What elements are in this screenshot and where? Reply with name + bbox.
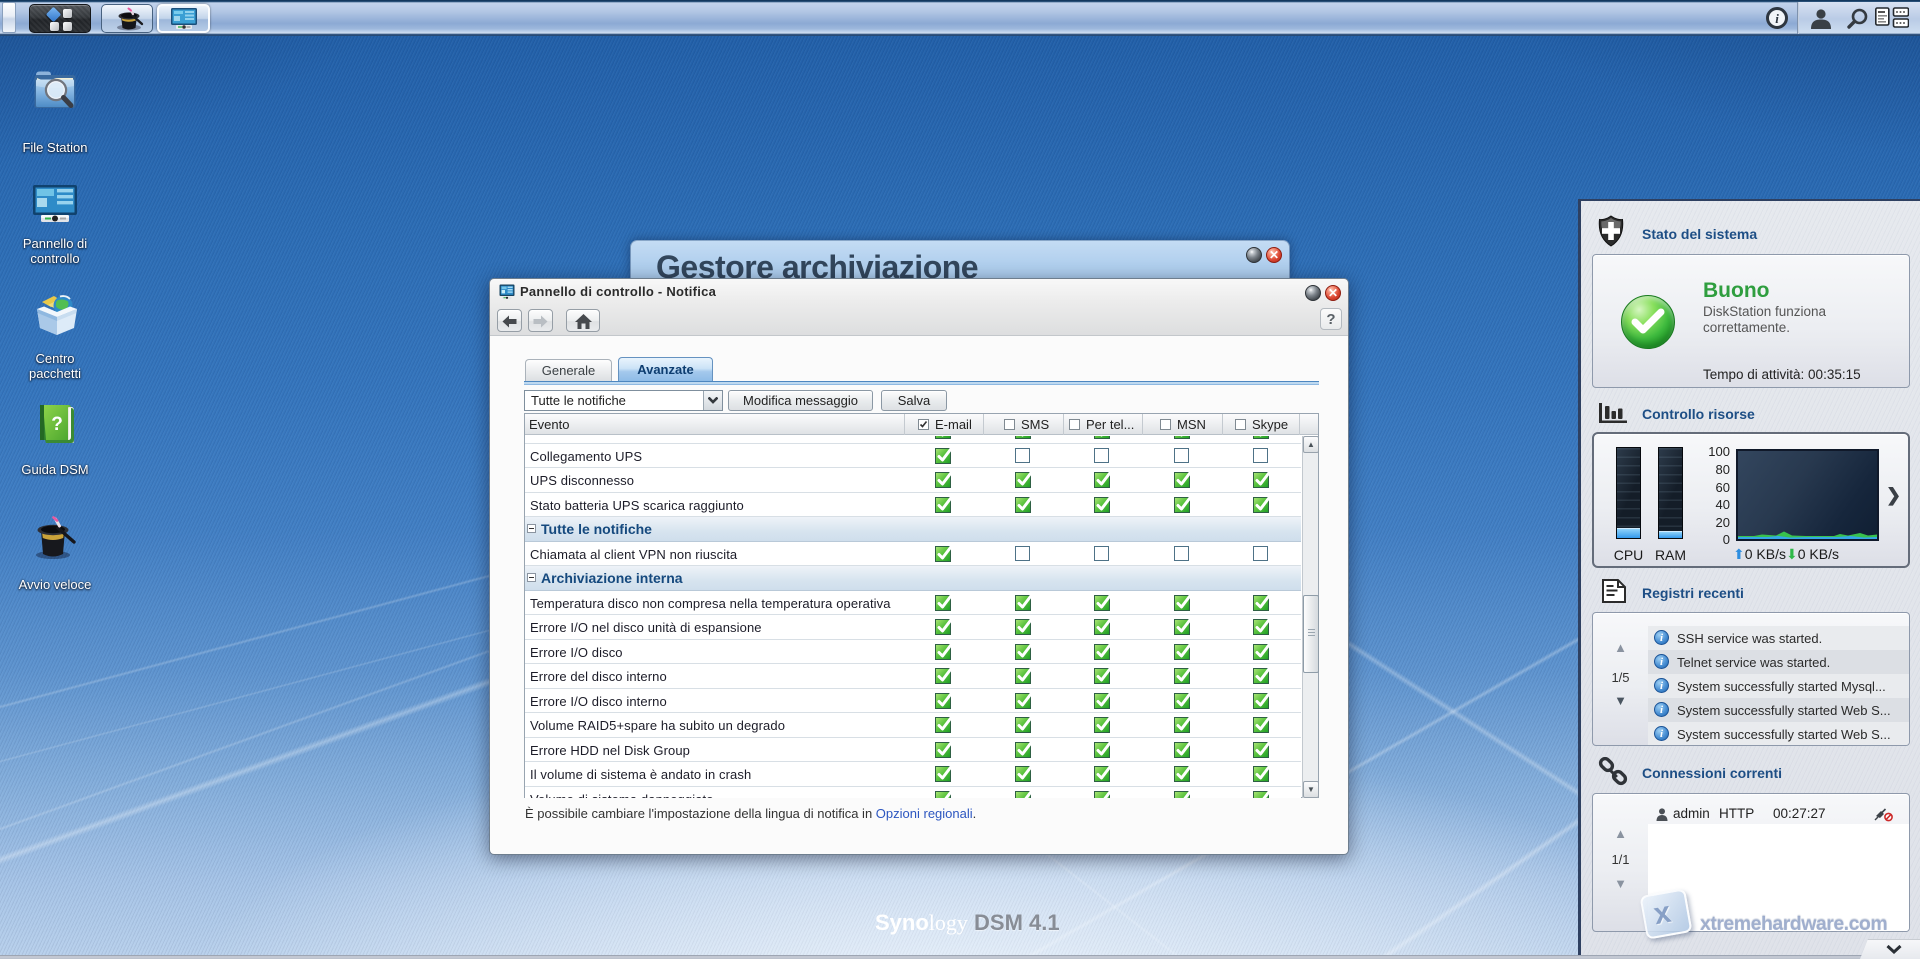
svg-text:?: ? [51,414,63,435]
svg-text:i: i [1775,11,1779,26]
